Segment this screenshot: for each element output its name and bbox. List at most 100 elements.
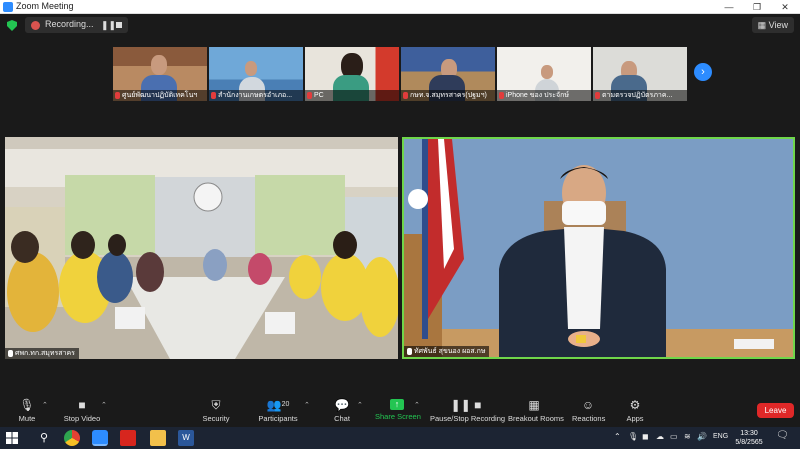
view-button[interactable]: ▦ View — [751, 17, 794, 33]
tile-name-bar: ทัศพันธ์ สุขนอง ผอส.กษ — [404, 346, 490, 357]
cloud-tray-icon[interactable]: ☁ — [656, 432, 664, 441]
muted-mic-icon — [115, 92, 120, 99]
leave-button[interactable]: Leave — [757, 403, 794, 418]
meeting-toolbar: 🎙 Mute ⌃ ■ Stop Video ⌃ ⛨ Security 👥20 P… — [0, 397, 800, 427]
breakout-label: Breakout Rooms — [508, 414, 564, 423]
participant-face — [151, 55, 167, 75]
next-page-arrow-icon[interactable]: › — [694, 63, 712, 81]
participant-thumbnail[interactable]: iPhone ของ ประจักษ์ — [497, 47, 591, 101]
speaker-video — [404, 139, 793, 357]
close-button[interactable]: ✕ — [771, 0, 799, 14]
stop-video-button[interactable]: ■ Stop Video — [62, 398, 102, 426]
recording-icon — [31, 21, 40, 30]
breakout-rooms-icon: ▦ — [528, 398, 540, 412]
microphone-icon: 🎙 — [19, 398, 35, 412]
muted-mic-icon — [595, 92, 600, 99]
security-label: Security — [202, 414, 230, 423]
video-tile-active-speaker[interactable]: ทัศพันธ์ สุขนอง ผอส.กษ — [402, 137, 795, 359]
audio-options-caret-icon[interactable]: ⌃ — [42, 401, 48, 409]
tile-name: ศพก.ทก.สมุทรสาคร — [15, 350, 75, 357]
chat-button[interactable]: 💬 Chat — [330, 398, 354, 426]
search-icon[interactable]: ⚲ — [36, 430, 52, 446]
recording-indicator: Recording... ❚❚ — [25, 17, 128, 33]
thumbnail-name: PC — [305, 90, 399, 101]
share-screen-button[interactable]: ↑ Share Screen — [375, 398, 421, 426]
tile-name-bar: ศพก.ทก.สมุทรสาคร — [5, 348, 79, 359]
thumbnail-name: ศูนย์พัฒนาปฏิบัติเทคโนฯ — [113, 90, 207, 101]
window-title: Zoom Meeting — [16, 1, 74, 11]
reactions-button[interactable]: ☺ Reactions — [572, 398, 606, 426]
zoom-app-icon — [3, 2, 13, 12]
word-icon[interactable]: W — [178, 430, 194, 446]
volume-icon[interactable]: 🔊 — [697, 432, 707, 441]
acrobat-icon[interactable] — [120, 430, 136, 446]
notifications-icon[interactable]: 🗨 — [776, 430, 789, 441]
file-explorer-icon[interactable] — [150, 430, 166, 446]
recording-label: Recording... — [45, 19, 94, 29]
participant-face — [541, 65, 553, 79]
apps-icon: ⚙ — [629, 398, 641, 412]
meeting-room-video — [5, 137, 398, 359]
zoom-taskbar-icon[interactable] — [92, 430, 108, 446]
share-caret-icon[interactable]: ⌃ — [414, 401, 420, 409]
minimize-button[interactable]: — — [715, 0, 743, 14]
muted-mic-icon — [499, 92, 504, 99]
pause-recording-icon[interactable]: ❚❚ — [101, 20, 116, 31]
participants-icon: 👥20 — [266, 398, 290, 412]
apps-label: Apps — [626, 414, 644, 423]
tray-chevron-icon[interactable]: ⌃ — [614, 432, 621, 441]
participants-label: Participants — [258, 414, 298, 423]
view-label: View — [768, 20, 788, 30]
pause-stop-recording-button[interactable]: ❚❚ ■ Pause/Stop Recording — [430, 398, 506, 426]
mic-icon — [8, 350, 13, 357]
clock-time: 13:30 — [740, 430, 758, 437]
chrome-icon[interactable] — [64, 430, 80, 446]
pause-stop-icon: ❚❚ ■ — [450, 398, 482, 412]
thumbnail-name: สำนักงานเกษตรอำเภอ... — [209, 90, 303, 101]
grid-icon: ▦ — [757, 20, 767, 30]
clock-date: 5/8/2565 — [735, 439, 763, 446]
taskbar-clock[interactable]: 13:30 5/8/2565 — [730, 429, 768, 447]
participant-thumbnail[interactable]: ตามตรวจปฏิบัตรภาค... — [593, 47, 687, 101]
share-screen-icon: ↑ — [390, 399, 404, 410]
breakout-rooms-button[interactable]: ▦ Breakout Rooms — [508, 398, 564, 426]
teams-tray-icon[interactable]: ◼ — [642, 432, 649, 441]
language-indicator[interactable]: ENG — [713, 433, 728, 440]
wifi-icon[interactable]: ≋ — [684, 432, 691, 441]
chat-caret-icon[interactable]: ⌃ — [357, 401, 363, 409]
meeting-stage: Recording... ❚❚ ▦ View ศูนย์พัฒนาปฏิบัติ… — [0, 14, 800, 397]
pause-record-label: Pause/Stop Recording — [430, 414, 506, 423]
participant-face — [245, 61, 257, 76]
video-options-caret-icon[interactable]: ⌃ — [101, 401, 107, 409]
security-button[interactable]: ⛨ Security — [200, 398, 232, 426]
video-tile-meeting-room[interactable]: ศพก.ทก.สมุทรสาคร — [5, 137, 398, 359]
participants-button[interactable]: 👥20 Participants — [256, 398, 300, 426]
participants-caret-icon[interactable]: ⌃ — [304, 401, 310, 409]
participant-count: 20 — [281, 401, 290, 408]
share-screen-label: Share Screen — [375, 412, 421, 421]
stop-video-label: Stop Video — [63, 414, 101, 423]
shield-icon: ⛨ — [211, 398, 221, 412]
video-camera-icon: ■ — [78, 398, 86, 412]
participant-thumbnail[interactable]: ศูนย์พัฒนาปฏิบัติเทคโนฯ — [113, 47, 207, 101]
participant-thumbnail-strip: ศูนย์พัฒนาปฏิบัติเทคโนฯ สำนักงานเกษตรอำเ… — [113, 47, 688, 101]
encryption-shield-icon[interactable] — [7, 20, 17, 31]
microphone-tray-icon[interactable]: 🎙 — [628, 432, 638, 441]
participant-thumbnail[interactable]: PC — [305, 47, 399, 101]
participant-thumbnail[interactable]: สำนักงานเกษตรอำเภอ... — [209, 47, 303, 101]
apps-button[interactable]: ⚙ Apps — [624, 398, 646, 426]
participant-thumbnail[interactable]: กษท.จ.สมุทรสาคร(ปฐมฯ) — [401, 47, 495, 101]
thumbnail-name: กษท.จ.สมุทรสาคร(ปฐมฯ) — [401, 90, 495, 101]
chat-label: Chat — [334, 414, 350, 423]
thumbnail-name: ตามตรวจปฏิบัตรภาค... — [593, 90, 687, 101]
reactions-label: Reactions — [572, 414, 606, 423]
network-tray-icon[interactable]: ▭ — [670, 432, 678, 441]
stop-recording-icon[interactable] — [116, 22, 122, 28]
windows-start-icon[interactable] — [6, 432, 18, 444]
mute-button[interactable]: 🎙 Mute — [14, 398, 40, 426]
muted-mic-icon — [307, 92, 312, 99]
windows-taskbar: ⚲ W ⌃ 🎙 ◼ ☁ ▭ ≋ 🔊 ENG 13:30 5/8/2565 🗨 — [0, 427, 800, 449]
chat-bubble-icon: 💬 — [334, 398, 350, 412]
maximize-button[interactable]: ❐ — [743, 0, 771, 14]
muted-mic-icon — [403, 92, 408, 99]
